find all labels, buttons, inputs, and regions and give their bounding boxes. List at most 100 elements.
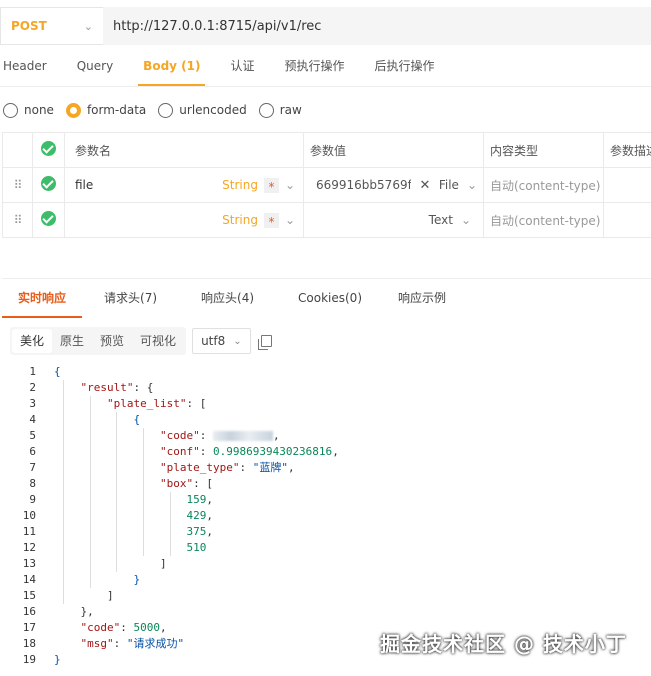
code-line: 12 510 [22, 541, 207, 554]
check-icon[interactable] [41, 176, 56, 191]
required-toggle[interactable]: * [263, 177, 279, 194]
view-pretty[interactable]: 美化 [12, 329, 53, 353]
code-line: 14 } [22, 573, 141, 586]
header-param-desc: 参数描述 [603, 132, 651, 168]
tab-response-example[interactable]: 响应示例 [384, 279, 460, 318]
row-check-cell [32, 202, 65, 238]
tab-response-headers[interactable]: 响应头(4) [179, 279, 276, 318]
table-row: ⠿ file String * ⌄ 669916bb5769ffe ✕ File… [2, 167, 651, 203]
params-table: 参数名 参数值 内容类型 参数描述 ⠿ file String * ⌄ 6699… [2, 132, 651, 238]
tab-live-response[interactable]: 实时响应 [2, 279, 83, 318]
tab-auth[interactable]: 认证 [215, 52, 269, 86]
code-line: 10 429, [22, 509, 213, 522]
method-label: POST [11, 19, 47, 33]
plate-type-value: 蓝牌 [259, 461, 282, 474]
code-line: 11 375, [22, 525, 213, 538]
code-line: 4 { [29, 413, 141, 426]
content-type[interactable]: 自动(content-type) [483, 202, 604, 238]
box-value: 429 [186, 509, 207, 522]
view-preview[interactable]: 预览 [92, 329, 132, 353]
tab-pre-request[interactable]: 预执行操作 [270, 52, 360, 86]
param-name-cell[interactable]: file String * ⌄ [64, 167, 304, 203]
param-desc-cell[interactable] [603, 202, 651, 238]
radio-urlencoded[interactable]: urlencoded [158, 102, 247, 118]
code-line: 7 "plate_type": "蓝牌", [29, 461, 295, 474]
msg-value: 请求成功 [133, 637, 178, 650]
param-value: 669916bb5769ffe [316, 178, 411, 192]
tab-request-headers[interactable]: 请求头(7) [82, 279, 179, 318]
content-type[interactable]: 自动(content-type) [483, 167, 604, 203]
param-type-group: String * ⌄ [222, 212, 295, 229]
response-tabs: 实时响应 请求头(7) 响应头(4) Cookies(0) 响应示例 [2, 278, 651, 318]
radio-raw[interactable]: raw [258, 102, 302, 118]
tab-header[interactable]: Header [0, 52, 62, 86]
chevron-down-icon[interactable]: ⌄ [285, 213, 295, 227]
code-line: 9 159, [29, 493, 213, 506]
value-type-select[interactable]: Text ⌄ [429, 213, 471, 227]
radio-none[interactable]: none [3, 102, 54, 118]
code-line: 8 "box": [ [29, 477, 213, 490]
code-line: 1{ [29, 365, 61, 378]
code-line: 13 ] [22, 557, 167, 570]
value-type-select[interactable]: File ⌄ [439, 178, 477, 192]
divider [0, 86, 651, 87]
radio-label: urlencoded [179, 103, 247, 117]
param-desc-cell[interactable] [603, 167, 651, 203]
chevron-down-icon: ⌄ [83, 19, 93, 33]
radio-label: form-data [86, 103, 147, 117]
tab-query[interactable]: Query [62, 52, 128, 86]
watermark: 掘金技术社区 @ 技术小丁 [380, 632, 627, 656]
code-line: 16 }, [22, 605, 94, 618]
encoding-select[interactable]: utf8 ⌄ [192, 328, 251, 354]
table-header-row: 参数名 参数值 内容类型 参数描述 [2, 132, 651, 168]
value-type: File [438, 178, 459, 192]
chevron-down-icon: ⌄ [466, 178, 477, 192]
redacted-value [212, 431, 273, 441]
radio-selected-icon [65, 102, 81, 118]
code-line: 15 ] [22, 589, 114, 602]
header-content-type: 内容类型 [483, 132, 604, 168]
param-type[interactable]: String [222, 213, 258, 227]
header-param-value: 参数值 [303, 132, 484, 168]
copy-icon[interactable] [257, 335, 272, 350]
radio-icon [3, 102, 18, 118]
param-name-cell[interactable]: String * ⌄ [64, 202, 304, 238]
tab-body[interactable]: Body (1) [128, 52, 215, 86]
param-value-cell[interactable]: 669916bb5769ffe ✕ File ⌄ [303, 167, 484, 203]
view-visualize[interactable]: 可视化 [132, 329, 184, 353]
response-view-bar: 美化 原生 预览 可视化 utf8 ⌄ [10, 327, 272, 355]
code-value: 5000 [133, 621, 161, 634]
check-all-icon[interactable] [41, 141, 56, 156]
method-select[interactable]: POST ⌄ [0, 7, 103, 45]
header-param-name: 参数名 [64, 132, 304, 168]
code-line: 5 "code": , [29, 429, 280, 442]
radio-label: none [24, 103, 54, 117]
code-line: 6 "conf": 0.9986939430236816, [29, 445, 339, 458]
table-row: ⠿ String * ⌄ Text ⌄ 自动(content-type) [2, 202, 651, 238]
param-value-cell[interactable]: Text ⌄ [303, 202, 484, 238]
clear-icon[interactable]: ✕ [419, 178, 430, 193]
radio-icon [258, 102, 274, 118]
code-line: 3 "plate_list": [ [29, 397, 207, 410]
box-value: 510 [186, 541, 207, 554]
tab-cookies[interactable]: Cookies(0) [276, 279, 384, 318]
radio-form-data[interactable]: form-data [65, 102, 147, 118]
chevron-down-icon[interactable]: ⌄ [285, 178, 295, 192]
view-mode-toggle: 美化 原生 预览 可视化 [10, 327, 187, 355]
drag-handle-icon[interactable]: ⠿ [2, 167, 33, 203]
body-type-radios: none form-data urlencoded raw [3, 100, 314, 120]
check-icon[interactable] [41, 211, 56, 226]
chevron-down-icon: ⌄ [460, 213, 471, 227]
radio-label: raw [279, 103, 302, 117]
box-value: 375 [186, 525, 207, 538]
drag-handle-icon[interactable]: ⠿ [2, 202, 33, 238]
required-toggle[interactable]: * [263, 212, 279, 229]
request-url-bar: POST ⌄ http://127.0.0.1:8715/api/v1/rec [0, 7, 651, 45]
url-input[interactable]: http://127.0.0.1:8715/api/v1/rec [103, 7, 651, 45]
header-cell [32, 132, 65, 168]
radio-icon [158, 102, 174, 118]
view-raw[interactable]: 原生 [52, 329, 92, 353]
tab-post-request[interactable]: 后执行操作 [360, 52, 450, 86]
param-type[interactable]: String [222, 178, 258, 192]
header-cell [2, 132, 33, 168]
